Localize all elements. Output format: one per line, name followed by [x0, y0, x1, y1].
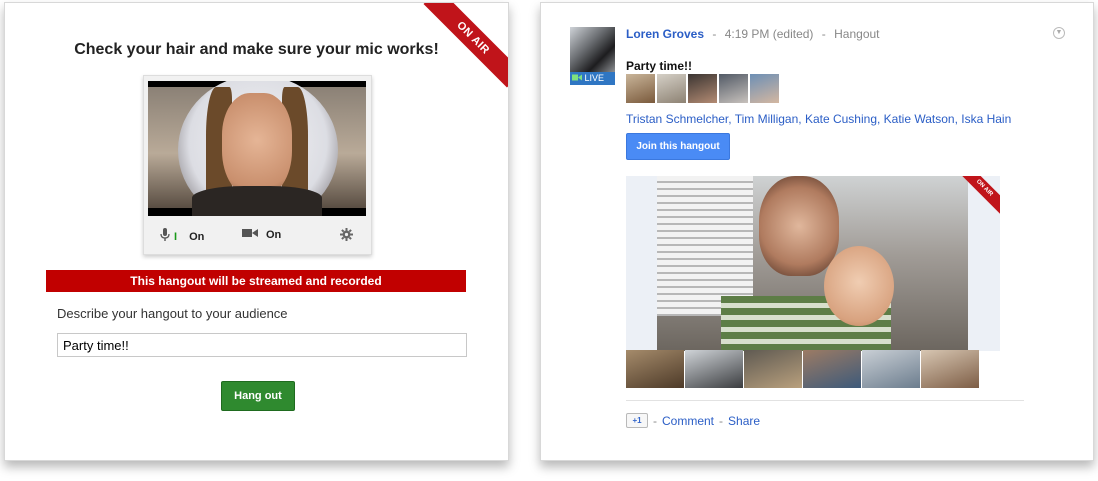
video-thumbnail[interactable]	[862, 350, 920, 388]
divider	[626, 400, 1024, 401]
join-hangout-button[interactable]: Join this hangout	[626, 133, 730, 160]
settings-button[interactable]	[340, 228, 353, 244]
participant-avatar[interactable]	[750, 74, 779, 103]
describe-label: Describe your hangout to your audience	[57, 306, 288, 321]
video-thumbnail[interactable]	[921, 350, 979, 388]
stream-warning-banner: This hangout will be streamed and record…	[46, 270, 466, 292]
post-time[interactable]: 4:19 PM (edited)	[725, 27, 814, 41]
mic-toggle[interactable]: I On	[160, 228, 204, 245]
share-link[interactable]: Share	[728, 414, 760, 428]
participant-avatars	[626, 74, 779, 103]
setup-heading: Check your hair and make sure your mic w…	[74, 41, 439, 58]
author-avatar[interactable]: LIVE	[570, 27, 615, 85]
video-camera-icon	[242, 228, 258, 241]
video-thumbnail[interactable]	[803, 350, 861, 388]
post-menu-chevron-down-icon[interactable]: ▼	[1053, 27, 1065, 39]
author-name[interactable]: Loren Groves	[626, 27, 704, 41]
video-camera-icon	[572, 72, 582, 85]
comment-link[interactable]: Comment	[662, 414, 714, 428]
live-label: LIVE	[584, 73, 605, 83]
post-title: Party time!!	[626, 59, 693, 73]
plus-one-label: +1	[632, 416, 642, 425]
mic-state-label: On	[189, 230, 205, 243]
post-actions: +1 - Comment - Share	[626, 413, 760, 428]
participant-avatar[interactable]	[719, 74, 748, 103]
hangout-video[interactable]: ON AIR	[626, 176, 1000, 351]
gear-icon	[340, 228, 353, 244]
video-thumbnail[interactable]	[685, 350, 743, 388]
separator: -	[712, 27, 717, 41]
hangout-description-input[interactable]	[57, 333, 467, 357]
hang-out-button[interactable]: Hang out	[221, 381, 295, 411]
live-badge: LIVE	[570, 72, 615, 85]
participant-avatar[interactable]	[657, 74, 686, 103]
post-type: Hangout	[834, 27, 880, 41]
microphone-icon	[160, 228, 170, 245]
camera-toggle[interactable]: On	[242, 228, 281, 241]
separator: -	[653, 413, 657, 428]
separator: -	[821, 27, 826, 41]
camera-state-label: On	[266, 228, 282, 241]
preview-controls: I On On	[144, 224, 371, 246]
video-thumbnail[interactable]	[626, 350, 684, 388]
hangout-post-panel: LIVE Loren Groves - 4:19 PM (edited) - H…	[540, 2, 1094, 461]
participant-avatar[interactable]	[688, 74, 717, 103]
camera-preview-card: I On On	[143, 75, 372, 255]
participant-avatar[interactable]	[626, 74, 655, 103]
separator: -	[719, 413, 724, 428]
mic-level-indicator: I	[174, 230, 178, 243]
video-thumbnail[interactable]	[744, 350, 802, 388]
camera-preview-video	[148, 81, 366, 216]
participant-names[interactable]: Tristan Schmelcher, Tim Milligan, Kate C…	[626, 112, 1011, 126]
plus-one-button[interactable]: +1	[626, 413, 648, 428]
hangout-setup-panel: ON AIR Check your hair and make sure you…	[4, 2, 509, 461]
post-header: Loren Groves - 4:19 PM (edited) - Hangou…	[626, 27, 880, 41]
video-participant-strip	[626, 350, 980, 388]
author-photo	[570, 27, 615, 72]
